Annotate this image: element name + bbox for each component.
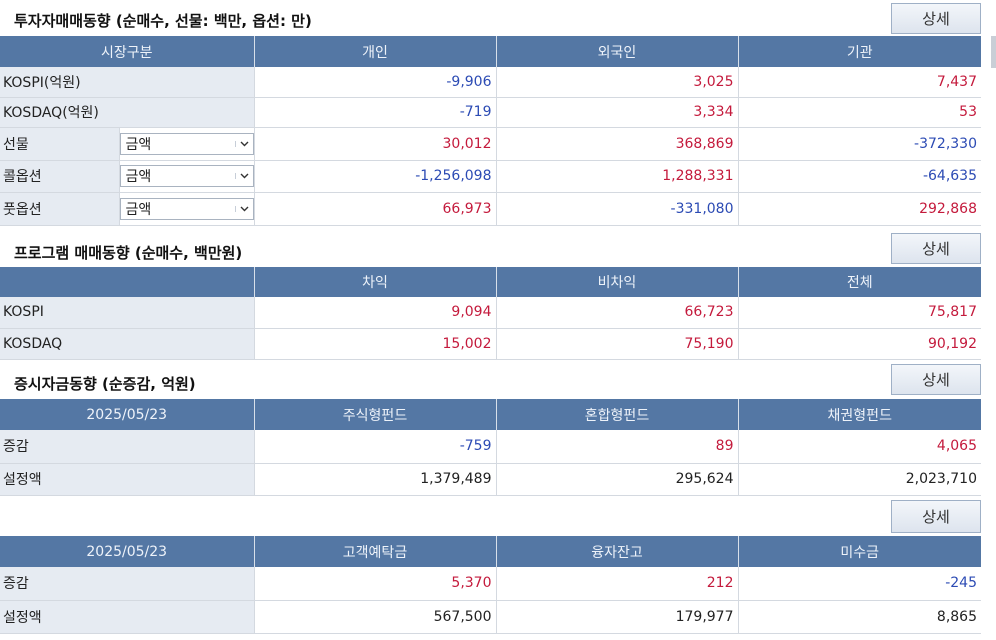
- col-header-bond-fund: 채권형펀드: [738, 399, 981, 430]
- value-cell: 212: [496, 567, 739, 601]
- value-cell: 3,334: [496, 97, 739, 128]
- unit-select-call[interactable]: 금액: [119, 165, 254, 187]
- col-header-equity-fund: 주식형펀드: [254, 399, 497, 430]
- row-label: 증감: [0, 430, 255, 464]
- col-header-non-arbitrage: 비차익: [496, 267, 739, 297]
- investor-detail-button[interactable]: 상세: [891, 3, 981, 34]
- col-header-institution: 기관: [738, 36, 981, 67]
- row-label: KOSPI(억원): [0, 67, 255, 98]
- table-row: KOSDAQ(억원) -719 3,334 53: [0, 97, 981, 128]
- row-label: 설정액: [0, 463, 255, 496]
- table-row: KOSPI 9,094 66,723 75,817: [0, 297, 981, 329]
- value-cell: 9,094: [254, 297, 497, 329]
- table-row: 콜옵션 금액 -1,256,098 1,288,331 -64,635: [0, 160, 981, 193]
- scrollbar-thumb[interactable]: [991, 36, 996, 68]
- chevron-down-icon[interactable]: [234, 173, 253, 179]
- value-cell: 89: [496, 430, 739, 464]
- col-header-total: 전체: [738, 267, 981, 297]
- table-row: 설정액 567,500 179,977 8,865: [0, 600, 981, 634]
- value-cell: 179,977: [496, 600, 739, 634]
- value-cell: 75,190: [496, 328, 739, 360]
- select-value: 금액: [125, 201, 152, 218]
- table-row: 증감 -759 89 4,065: [0, 430, 981, 464]
- row-label: KOSDAQ(억원): [0, 97, 255, 128]
- value-cell: 8,865: [738, 600, 981, 634]
- value-cell: -9,906: [254, 67, 497, 98]
- program-table: 차익 비차익 전체 KOSPI 9,094 66,723 75,817 KOSD…: [0, 267, 981, 360]
- col-header-customer-deposit: 고객예탁금: [254, 536, 497, 567]
- unit-select-put[interactable]: 금액: [119, 197, 254, 220]
- table-row: 선물 금액 30,012 368,869 -372,330: [0, 127, 981, 161]
- value-cell: -331,080: [496, 192, 739, 226]
- unit-select-futures[interactable]: 금액: [119, 132, 254, 155]
- value-cell: 90,192: [738, 328, 981, 360]
- col-header-receivables: 미수금: [738, 536, 981, 567]
- chevron-down-icon[interactable]: [234, 140, 253, 147]
- value-cell: 53: [738, 97, 981, 128]
- table-row: 풋옵션 금액 66,973 -331,080 292,868: [0, 192, 981, 226]
- col-header-foreign: 외국인: [496, 36, 739, 67]
- value-cell: 567,500: [254, 600, 497, 634]
- program-detail-button[interactable]: 상세: [891, 233, 981, 264]
- col-header-blank: [0, 267, 255, 297]
- col-header-hybrid-fund: 혼합형펀드: [496, 399, 739, 430]
- row-label: 선물: [0, 127, 120, 161]
- table-row: KOSDAQ 15,002 75,190 90,192: [0, 328, 981, 360]
- value-cell: 295,624: [496, 463, 739, 496]
- value-cell: 66,723: [496, 297, 739, 329]
- row-label: 풋옵션: [0, 192, 120, 226]
- value-cell: 4,065: [738, 430, 981, 464]
- table-row: 설정액 1,379,489 295,624 2,023,710: [0, 463, 981, 496]
- value-cell: -372,330: [738, 127, 981, 161]
- row-label: KOSPI: [0, 297, 255, 329]
- value-cell: -719: [254, 97, 497, 128]
- value-cell: -759: [254, 430, 497, 464]
- value-cell: 3,025: [496, 67, 739, 98]
- investor-section: 투자자매매동향 (순매수, 선물: 백만, 옵션: 만) 상세 시장구분 개인 …: [0, 0, 981, 226]
- chevron-down-icon[interactable]: [234, 205, 253, 212]
- funds-section: 증시자금동향 (순증감, 억원) 상세 2025/05/23 주식형펀드 혼합형…: [0, 364, 981, 496]
- program-title: 프로그램 매매동향 (순매수, 백만원): [14, 244, 243, 262]
- table-row: 증감 5,370 212 -245: [0, 567, 981, 601]
- select-value: 금액: [125, 136, 152, 153]
- table-row: KOSPI(억원) -9,906 3,025 7,437: [0, 67, 981, 98]
- value-cell: 1,379,489: [254, 463, 497, 496]
- value-cell: -1,256,098: [254, 160, 497, 193]
- col-header-margin-loan: 융자잔고: [496, 536, 739, 567]
- unit-select-cell: 금액: [119, 160, 255, 193]
- investor-title: 투자자매매동향 (순매수, 선물: 백만, 옵션: 만): [14, 12, 312, 30]
- row-label: KOSDAQ: [0, 328, 255, 360]
- col-header-date: 2025/05/23: [0, 399, 255, 430]
- col-header-arbitrage: 차익: [254, 267, 497, 297]
- col-header-individual: 개인: [254, 36, 497, 67]
- funds-table: 2025/05/23 주식형펀드 혼합형펀드 채권형펀드 증감 -759 89 …: [0, 399, 981, 496]
- value-cell: 75,817: [738, 297, 981, 329]
- value-cell: 2,023,710: [738, 463, 981, 496]
- unit-select-cell: 금액: [119, 127, 255, 161]
- value-cell: 5,370: [254, 567, 497, 601]
- col-header-date: 2025/05/23: [0, 536, 255, 567]
- program-section: 프로그램 매매동향 (순매수, 백만원) 상세 차익 비차익 전체 KOSPI …: [0, 232, 981, 360]
- value-cell: 292,868: [738, 192, 981, 226]
- value-cell: 30,012: [254, 127, 497, 161]
- select-value: 금액: [125, 169, 152, 185]
- value-cell: 1,288,331: [496, 160, 739, 193]
- value-cell: 368,869: [496, 127, 739, 161]
- funds-detail-button[interactable]: 상세: [891, 364, 981, 395]
- row-label: 콜옵션: [0, 160, 120, 193]
- value-cell: -64,635: [738, 160, 981, 193]
- value-cell: 15,002: [254, 328, 497, 360]
- value-cell: 7,437: [738, 67, 981, 98]
- row-label: 증감: [0, 567, 255, 601]
- investor-table: 시장구분 개인 외국인 기관 KOSPI(억원) -9,906 3,025 7,…: [0, 36, 981, 226]
- col-header-market: 시장구분: [0, 36, 255, 67]
- unit-select-cell: 금액: [119, 192, 255, 226]
- deposits-section: 상세 2025/05/23 고객예탁금 융자잔고 미수금 증감 5,370 21…: [0, 500, 981, 636]
- value-cell: -245: [738, 567, 981, 601]
- funds-title: 증시자금동향 (순증감, 억원): [14, 375, 196, 393]
- row-label: 설정액: [0, 600, 255, 634]
- value-cell: 66,973: [254, 192, 497, 226]
- deposits-detail-button[interactable]: 상세: [891, 500, 981, 533]
- deposits-table: 2025/05/23 고객예탁금 융자잔고 미수금 증감 5,370 212 -…: [0, 536, 981, 634]
